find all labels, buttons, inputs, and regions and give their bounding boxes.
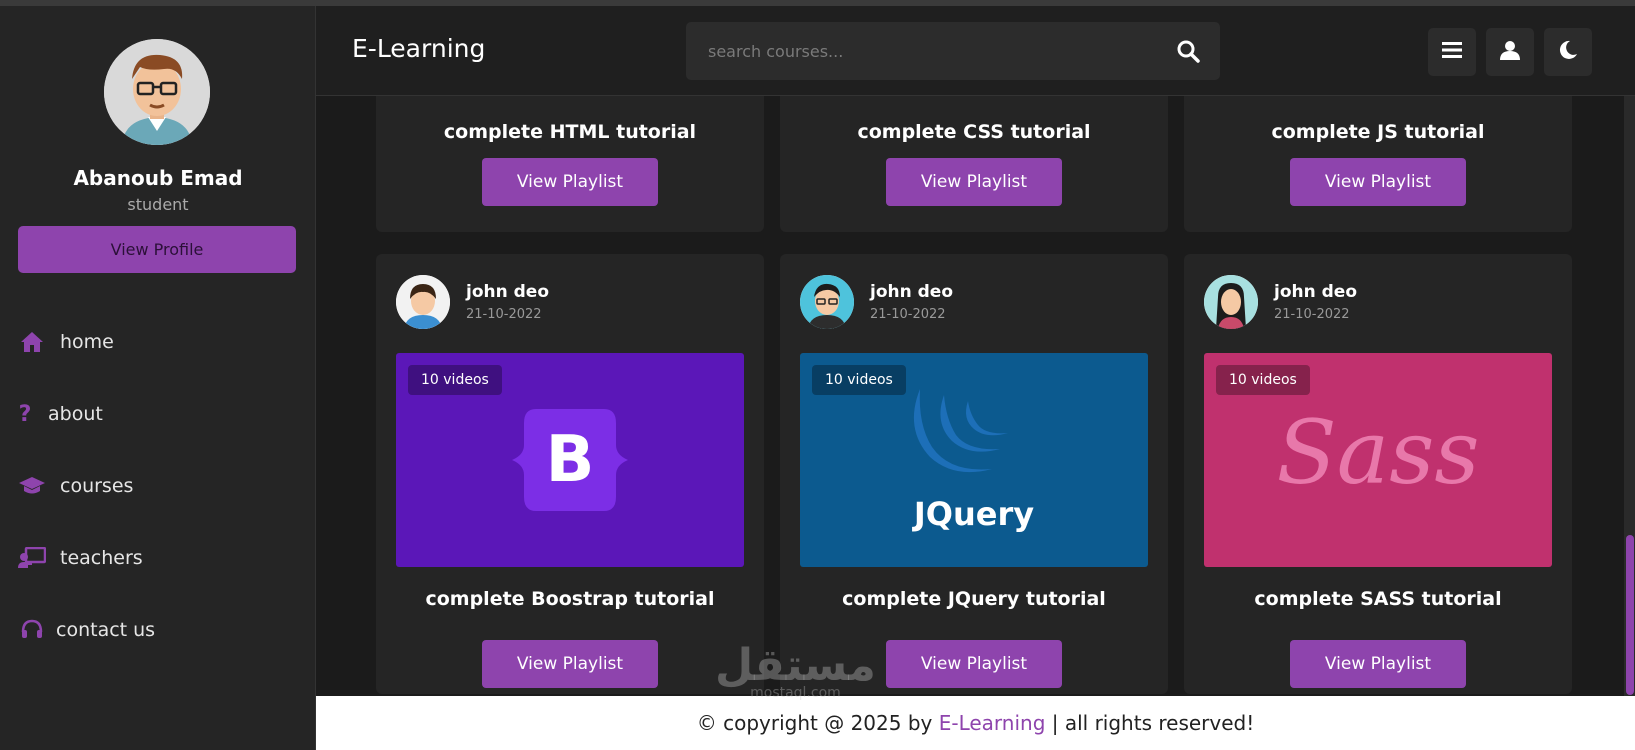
sidebar-item-courses[interactable]: courses [0, 450, 316, 522]
brand-logo[interactable]: E-Learning [352, 34, 485, 63]
footer-copyright-prefix: © copyright @ 2025 by [696, 711, 939, 735]
course-card: john deo 21-10-2022 10 videos JQuery com… [780, 254, 1168, 694]
tutor-avatar[interactable] [396, 275, 450, 329]
tutor-info: john deo 21-10-2022 [396, 274, 549, 330]
tutor-name: john deo [1274, 282, 1358, 302]
post-date: 21-10-2022 [1274, 307, 1350, 322]
course-card: john deo 21-10-2022 10 videos B complete… [376, 254, 764, 694]
profile-name: Abanoub Emad [73, 166, 243, 190]
jquery-logo-text: JQuery [913, 495, 1035, 533]
course-title: complete SASS tutorial [1254, 588, 1502, 610]
course-card: complete JS tutorial View Playlist [1184, 96, 1572, 232]
tutor-info: john deo 21-10-2022 [800, 274, 953, 330]
courses-main: complete HTML tutorial View Playlist com… [316, 96, 1616, 696]
view-playlist-button[interactable]: View Playlist [886, 640, 1062, 688]
footer-brand-link[interactable]: E-Learning [939, 711, 1046, 735]
sidebar-item-contact[interactable]: contact us [0, 594, 316, 666]
view-playlist-button[interactable]: View Playlist [1290, 640, 1466, 688]
question-icon: ? [18, 401, 32, 427]
menu-icon [1442, 41, 1462, 63]
tutor-avatar[interactable] [1204, 275, 1258, 329]
post-date: 21-10-2022 [466, 307, 542, 322]
view-profile-button[interactable]: View Profile [18, 226, 296, 273]
view-playlist-button[interactable]: View Playlist [886, 158, 1062, 206]
post-date: 21-10-2022 [870, 307, 946, 322]
course-thumbnail[interactable]: 10 videos B [396, 353, 744, 567]
profile-role: student [127, 195, 189, 214]
tutor-info: john deo 21-10-2022 [1204, 274, 1357, 330]
bootstrap-logo: B [506, 401, 634, 519]
headset-icon [18, 616, 46, 644]
sidebar-nav: home ? about courses teachers contact us [0, 306, 316, 666]
sidebar-item-label: courses [60, 475, 134, 497]
sidebar-item-label: contact us [56, 619, 156, 641]
course-thumbnail[interactable]: 10 videos JQuery [800, 353, 1148, 567]
footer: © copyright @ 2025 by E-Learning | all r… [316, 696, 1635, 750]
menu-button[interactable] [1428, 28, 1476, 76]
sidebar-item-label: home [60, 331, 114, 353]
sidebar: Abanoub Emad student View Profile home ?… [0, 6, 316, 750]
sidebar-item-label: teachers [60, 547, 143, 569]
course-title: complete JQuery tutorial [842, 588, 1106, 610]
search-input[interactable] [686, 22, 1146, 80]
user-icon [1500, 40, 1520, 64]
sidebar-item-teachers[interactable]: teachers [0, 522, 316, 594]
view-playlist-button[interactable]: View Playlist [482, 640, 658, 688]
moon-icon [1558, 40, 1578, 64]
top-header: E-Learning [316, 6, 1635, 96]
footer-copyright-suffix: | all rights reserved! [1045, 711, 1255, 735]
course-title: complete Boostrap tutorial [425, 588, 715, 610]
course-thumbnail[interactable]: 10 videos Sass [1204, 353, 1552, 567]
sass-logo-text: Sass [1276, 401, 1480, 504]
sidebar-item-label: about [48, 403, 103, 425]
search-bar [686, 22, 1220, 80]
course-card: john deo 21-10-2022 10 videos Sass compl… [1184, 254, 1572, 694]
user-button[interactable] [1486, 28, 1534, 76]
course-title: complete CSS tutorial [857, 121, 1091, 143]
course-title: complete JS tutorial [1271, 121, 1485, 143]
course-title: complete HTML tutorial [443, 121, 697, 143]
sidebar-item-about[interactable]: ? about [0, 378, 316, 450]
sidebar-item-home[interactable]: home [0, 306, 316, 378]
videos-count-badge: 10 videos [812, 365, 906, 395]
course-card: complete CSS tutorial View Playlist [780, 96, 1168, 232]
jquery-logo [900, 381, 1050, 481]
search-icon[interactable] [1176, 39, 1200, 63]
videos-count-badge: 10 videos [408, 365, 502, 395]
view-playlist-button[interactable]: View Playlist [1290, 158, 1466, 206]
scrollbar-thumb[interactable] [1626, 535, 1634, 695]
course-card: complete HTML tutorial View Playlist [376, 96, 764, 232]
tutor-avatar[interactable] [800, 275, 854, 329]
bootstrap-logo-text: B [545, 423, 595, 497]
videos-count-badge: 10 videos [1216, 365, 1310, 395]
chalkboard-teacher-icon [18, 544, 46, 572]
tutor-name: john deo [466, 282, 550, 302]
view-playlist-button[interactable]: View Playlist [482, 158, 658, 206]
tutor-name: john deo [870, 282, 954, 302]
home-icon [18, 328, 46, 356]
theme-toggle-button[interactable] [1544, 28, 1592, 76]
profile-avatar[interactable] [104, 39, 210, 145]
graduation-cap-icon [18, 472, 46, 500]
